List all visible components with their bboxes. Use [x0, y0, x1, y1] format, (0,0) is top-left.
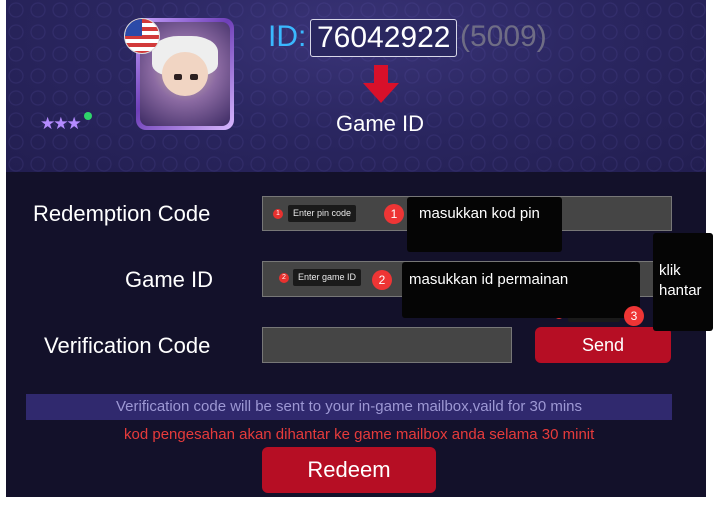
annotation-1: masukkan kod pin	[407, 197, 562, 252]
down-arrow-icon	[363, 65, 399, 103]
profile-banner: ★★★ ID: 76042922 (5009) Game ID	[6, 0, 706, 172]
verification-code-label: Verification Code	[44, 333, 211, 358]
verification-code-input[interactable]	[262, 327, 512, 363]
redeem-button[interactable]: Redeem	[262, 447, 436, 493]
annotation-2: masukkan id permainan	[402, 262, 640, 318]
annotation-3-text: klik hantar	[659, 262, 702, 299]
flag-canton	[125, 19, 142, 36]
annotation-number-1: 1	[384, 204, 404, 224]
malay-verification-notice: kod pengesahan akan dihantar ke game mai…	[124, 426, 595, 443]
hint-number-1: 1	[273, 209, 283, 219]
server-id: (5009)	[460, 20, 547, 53]
player-id-value: 76042922	[310, 19, 458, 57]
send-button[interactable]: Send	[535, 327, 671, 363]
annotation-number-2: 2	[372, 270, 392, 290]
avatar-eye-left	[174, 74, 182, 80]
annotation-number-3: 3	[624, 306, 644, 326]
annotation-2-text: masukkan id permainan	[409, 271, 569, 288]
avatar-face	[162, 52, 208, 96]
id-label: ID:	[268, 20, 307, 53]
us-flag-icon	[124, 18, 160, 54]
redemption-code-label: Redemption Code	[33, 201, 211, 226]
verification-notice: Verification code will be sent to your i…	[26, 394, 672, 420]
gem-icon	[84, 112, 92, 120]
redemption-code-placeholder: Enter pin code	[288, 205, 357, 222]
annotation-1-text: masukkan kod pin	[419, 205, 540, 222]
hint-number-2: 2	[279, 273, 289, 283]
game-id-label: Game ID	[125, 267, 214, 292]
game-id-caption: Game ID	[336, 111, 425, 136]
rank-stars-icon: ★★★	[40, 114, 82, 133]
avatar-eye-right	[190, 74, 198, 80]
game-id-placeholder: Enter game ID	[293, 269, 362, 286]
redeem-panel: ★★★ ID: 76042922 (5009) Game ID Redempti…	[6, 0, 706, 497]
annotation-3: klik hantar	[653, 233, 713, 331]
